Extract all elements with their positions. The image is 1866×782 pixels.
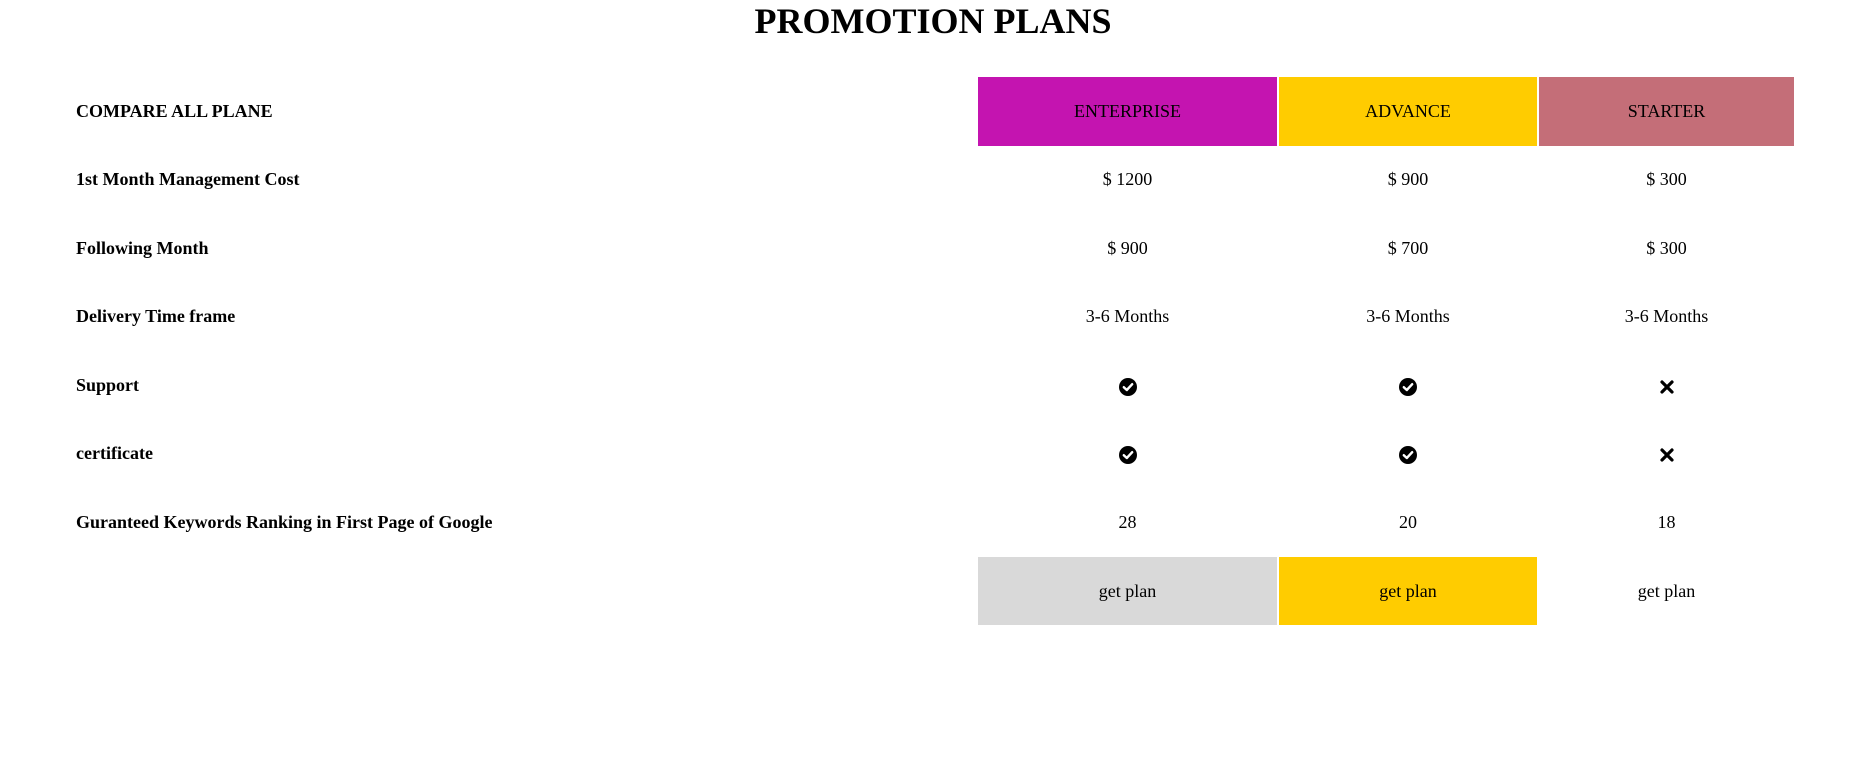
- check-circle-icon: [1399, 446, 1417, 465]
- advance-certificate: [1277, 419, 1538, 488]
- button-row: get plan get plan get plan: [76, 556, 1794, 626]
- table-row: Guranteed Keywords Ranking in First Page…: [76, 488, 1794, 557]
- compare-all-label: COMPARE ALL PLANE: [76, 100, 273, 121]
- row-label-keywords-ranking: Guranteed Keywords Ranking in First Page…: [76, 511, 493, 532]
- enterprise-certificate: [976, 419, 1278, 488]
- table-row: certificate: [76, 419, 1794, 488]
- plan-header-starter: STARTER: [1537, 77, 1794, 146]
- row-label-certificate: certificate: [76, 443, 153, 464]
- advance-following-month: $ 700: [1277, 214, 1538, 283]
- table-row: Following Month $ 900 $ 700 $ 300: [76, 214, 1794, 283]
- page-title: PROMOTION PLANS: [754, 1, 1112, 41]
- starter-keywords: 18: [1537, 488, 1794, 557]
- enterprise-button-cell: get plan: [976, 556, 1278, 625]
- advance-button-cell: get plan: [1277, 556, 1538, 625]
- table-row: Delivery Time frame 3-6 Months 3-6 Month…: [76, 282, 1794, 351]
- get-plan-enterprise-button[interactable]: get plan: [978, 556, 1277, 625]
- enterprise-delivery-time: 3-6 Months: [976, 282, 1278, 351]
- plans-comparison-table: COMPARE ALL PLANE ENTERPRISE ADVANCE STA…: [76, 77, 1794, 625]
- empty-label-cell: [76, 557, 977, 626]
- starter-certificate: [1537, 419, 1794, 488]
- row-label-delivery-time: Delivery Time frame: [76, 306, 236, 327]
- check-circle-icon: [1118, 377, 1137, 396]
- plan-header-advance: ADVANCE: [1277, 77, 1538, 146]
- get-plan-starter-button[interactable]: get plan: [1539, 556, 1794, 625]
- advance-support: [1277, 351, 1538, 420]
- check-circle-icon: [1399, 377, 1417, 396]
- advance-first-month-cost: $ 900: [1277, 145, 1538, 214]
- enterprise-keywords: 28: [976, 488, 1278, 557]
- row-label-support: Support: [76, 374, 140, 395]
- row-label-following-month: Following Month: [76, 237, 209, 258]
- x-icon: [1659, 448, 1674, 462]
- enterprise-following-month: $ 900: [976, 214, 1278, 283]
- table-row: Support: [76, 351, 1794, 420]
- enterprise-first-month-cost: $ 1200: [976, 145, 1278, 214]
- starter-button-cell: get plan: [1537, 556, 1794, 625]
- table-row: 1st Month Management Cost $ 1200 $ 900 $…: [76, 145, 1794, 214]
- enterprise-support: [976, 351, 1278, 420]
- plan-header-enterprise: ENTERPRISE: [976, 77, 1278, 146]
- starter-first-month-cost: $ 300: [1537, 145, 1794, 214]
- page-header: PROMOTION PLANS: [0, 0, 1866, 42]
- starter-support: [1537, 351, 1794, 420]
- advance-keywords: 20: [1277, 488, 1538, 557]
- plan-header-row: COMPARE ALL PLANE ENTERPRISE ADVANCE STA…: [76, 77, 1794, 146]
- row-label-first-month-cost: 1st Month Management Cost: [76, 169, 300, 190]
- starter-following-month: $ 300: [1537, 214, 1794, 283]
- check-circle-icon: [1118, 446, 1137, 465]
- x-icon: [1659, 380, 1674, 394]
- advance-delivery-time: 3-6 Months: [1277, 282, 1538, 351]
- starter-delivery-time: 3-6 Months: [1537, 282, 1794, 351]
- get-plan-advance-button[interactable]: get plan: [1279, 556, 1537, 625]
